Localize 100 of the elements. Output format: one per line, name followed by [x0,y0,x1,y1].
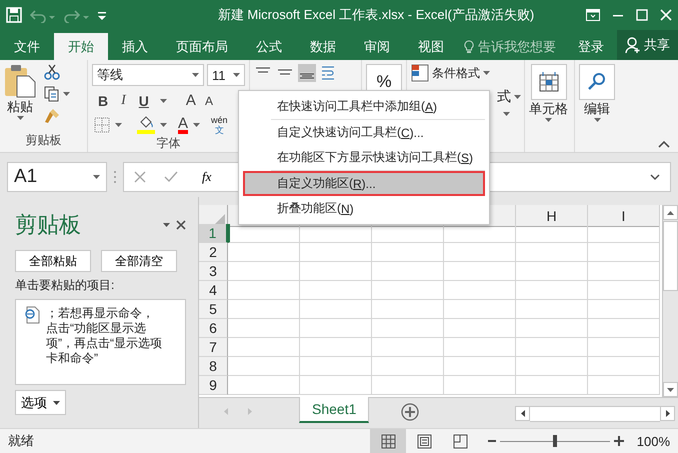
scroll-up-button[interactable] [663,205,678,220]
row-header[interactable]: 6 [199,319,228,338]
name-box[interactable]: A1 [7,162,107,192]
table-cell[interactable] [300,376,372,395]
table-cell[interactable] [444,281,516,300]
zoom-out-icon[interactable] [488,437,496,445]
table-format-button[interactable]: 式 [497,88,511,106]
zoom-in-icon[interactable] [614,436,624,446]
slider-thumb[interactable] [553,435,557,447]
table-cell[interactable] [228,300,300,319]
caret-icon[interactable] [514,95,521,99]
borders-icon[interactable] [94,117,110,133]
menu-item[interactable]: 折叠功能区(N) [243,196,485,221]
table-cell[interactable] [300,262,372,281]
caret-icon[interactable] [503,112,510,116]
table-cell[interactable] [516,281,588,300]
ribbon-tab[interactable]: 视图 [404,33,458,60]
column-header[interactable]: H [516,205,588,227]
table-cell[interactable] [588,262,660,281]
table-cell[interactable] [372,338,444,357]
table-cell[interactable] [300,319,372,338]
row-header[interactable]: 7 [199,338,228,357]
table-cell[interactable] [372,243,444,262]
clipboard-item[interactable]: ；若想再显示命令，点击“功能区显示选项”，再点击“显示选项卡和命令” [15,299,186,385]
shrink-font-button[interactable]: A [204,94,213,108]
table-cell[interactable] [588,376,660,395]
conditional-format-button[interactable]: 条件格式 [432,64,480,82]
caret-icon[interactable] [53,400,60,404]
pane-button[interactable]: 全部粘贴 [15,250,91,272]
maximize-icon[interactable] [636,9,648,21]
table-cell[interactable] [228,262,300,281]
normal-view-button[interactable] [370,429,406,453]
table-cell[interactable] [372,357,444,376]
menu-item[interactable]: 自定义功能区(R)... [243,171,485,196]
table-cell[interactable] [444,338,516,357]
ribbon-tab[interactable]: 文件 [0,33,54,60]
copy-icon[interactable] [44,86,60,102]
row-header[interactable]: 2 [199,243,228,262]
ribbon-tab[interactable]: 开始 [54,33,108,60]
phonetic-label[interactable]: 文 [214,125,224,135]
grow-font-button[interactable]: A [186,92,196,109]
table-cell[interactable] [444,300,516,319]
caret-icon[interactable] [193,123,200,127]
cancel-icon[interactable] [134,171,146,183]
table-cell[interactable] [516,319,588,338]
next-sheet-icon[interactable] [248,408,252,415]
insert-function-button[interactable]: fx [196,168,218,186]
zoom-level[interactable]: 100% [624,434,670,448]
caret-icon[interactable] [160,98,167,102]
customize-icon[interactable] [98,10,106,20]
table-cell[interactable] [372,262,444,281]
options-button[interactable]: 选项 [15,390,66,415]
table-cell[interactable] [588,319,660,338]
table-cell[interactable] [516,376,588,395]
table-cell[interactable] [300,338,372,357]
caret-icon[interactable] [545,118,552,122]
close-icon[interactable] [176,220,186,230]
table-cell[interactable] [516,262,588,281]
sign-in-link[interactable]: 登录 [572,33,610,60]
cells-button[interactable]: 单元格 [529,64,568,132]
table-cell[interactable] [228,319,300,338]
ribbon-tab[interactable]: 数据 [296,33,350,60]
table-cell[interactable] [516,357,588,376]
ribbon-tab[interactable]: 页面布局 [162,33,242,60]
table-cell[interactable] [588,300,660,319]
font-name-field[interactable]: 等线 [92,64,204,86]
row-header[interactable]: 1 [199,224,228,243]
font-color-button[interactable]: A [178,116,188,134]
phonetic-label[interactable]: wén [211,115,228,125]
table-cell[interactable] [228,243,300,262]
conditional-format-icon[interactable] [411,64,429,82]
scroll-down-button[interactable] [663,382,678,397]
format-painter-icon[interactable] [44,108,60,124]
table-cell[interactable] [228,281,300,300]
table-cell[interactable] [372,300,444,319]
table-cell[interactable] [300,300,372,319]
menu-item[interactable]: 自定义快速访问工具栏(C)... [243,120,485,145]
ribbon-tab[interactable]: 插入 [108,33,162,60]
table-cell[interactable] [588,243,660,262]
caret-icon[interactable] [594,118,600,122]
table-cell[interactable] [516,300,588,319]
pane-button[interactable]: 全部清空 [101,250,177,272]
fill-color-icon[interactable] [137,116,155,134]
row-header[interactable]: 3 [199,262,228,281]
table-cell[interactable] [228,357,300,376]
new-sheet-icon[interactable] [401,403,420,421]
search-field[interactable]: 告诉我您想要 [478,38,556,56]
table-cell[interactable] [300,281,372,300]
enter-icon[interactable] [164,171,178,183]
expand-icon[interactable] [650,173,660,181]
table-cell[interactable] [300,357,372,376]
font-size-field[interactable]: 11 [207,64,245,86]
table-cell[interactable] [444,243,516,262]
table-cell[interactable] [372,376,444,395]
save-icon[interactable] [6,7,22,23]
italic-button[interactable]: I [119,92,128,108]
table-cell[interactable] [516,243,588,262]
row-header[interactable]: 5 [199,300,228,319]
paste-button[interactable]: 粘贴 [4,64,36,132]
caret-icon[interactable] [16,116,24,120]
